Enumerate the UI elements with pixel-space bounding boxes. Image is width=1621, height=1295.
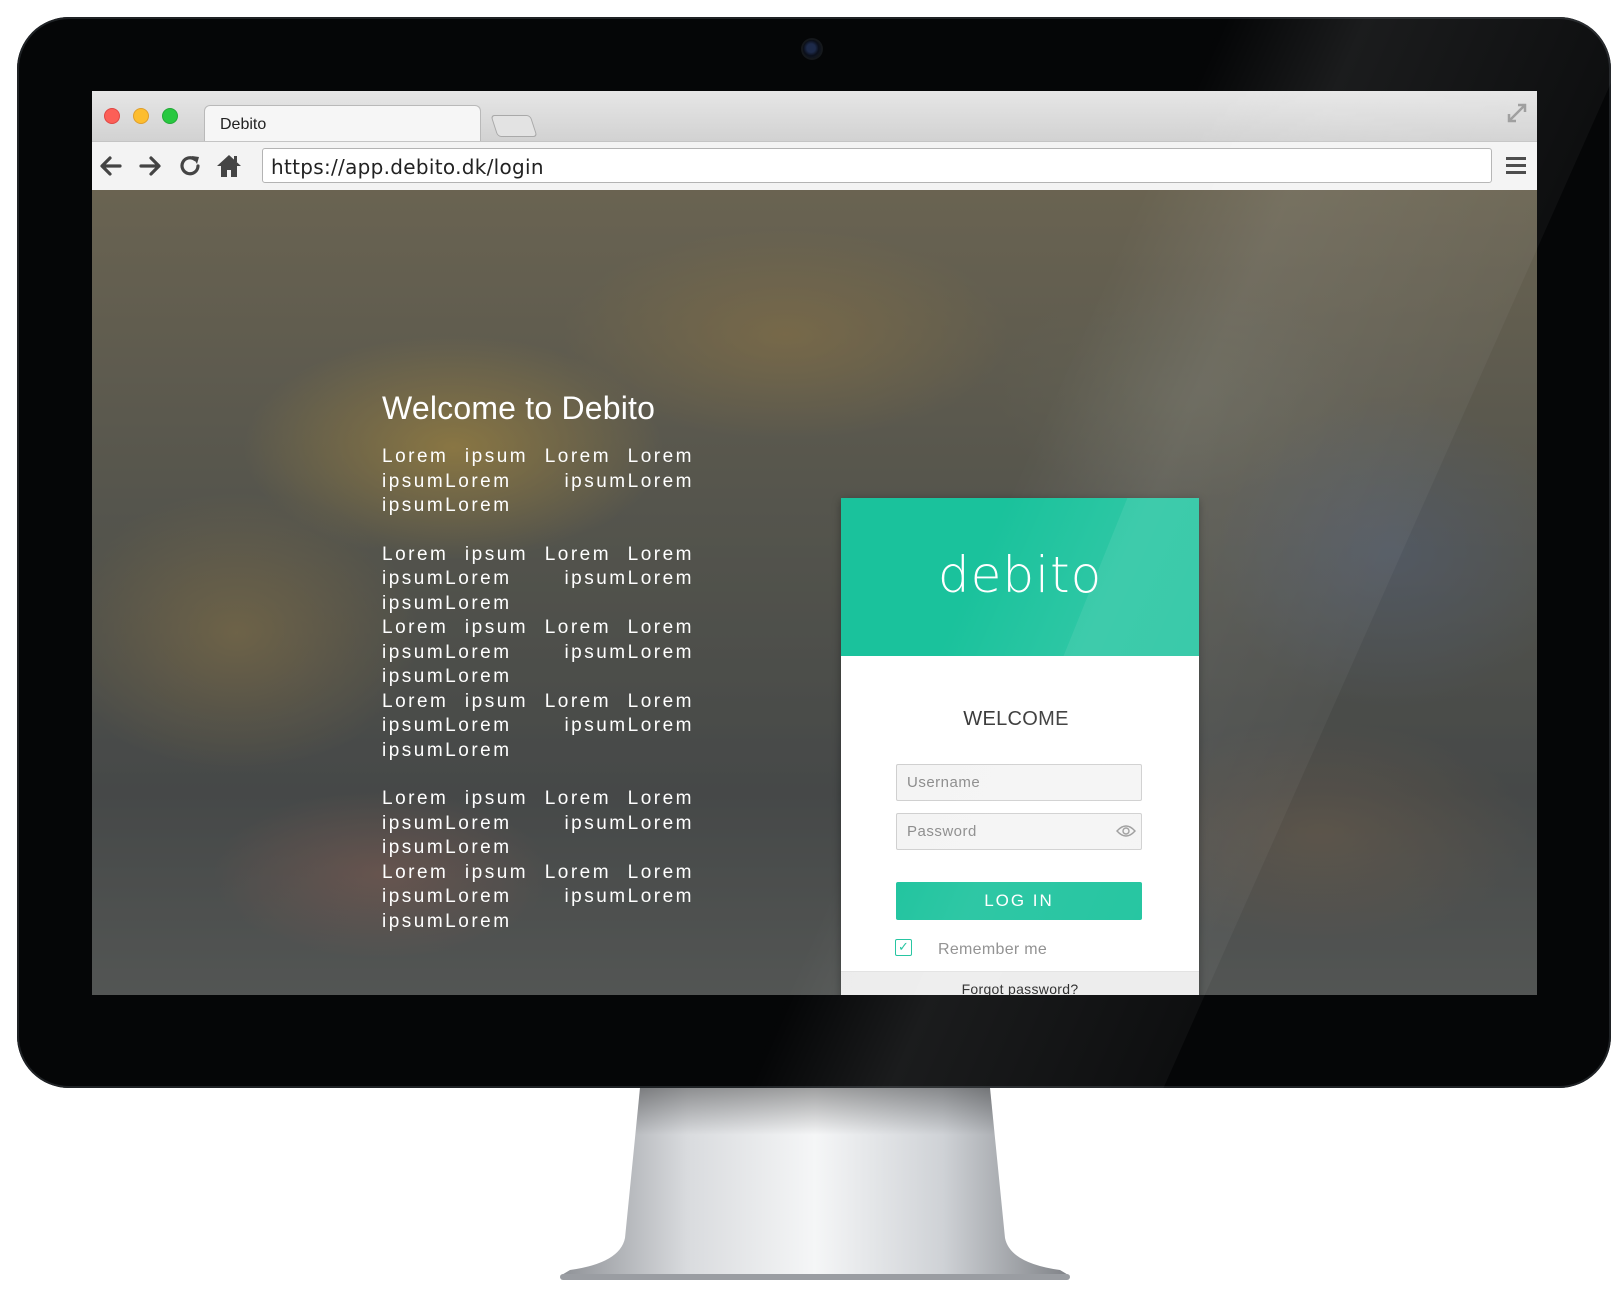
debito-logo: debito: [937, 546, 1103, 604]
reload-icon[interactable]: [175, 151, 205, 181]
monitor-stand: [560, 1088, 1070, 1280]
intro-text: Lorem ipsum Lorem Lorem ipsumLorem ipsum…: [382, 445, 694, 934]
camera-icon: [803, 40, 821, 58]
intro-paragraph: Lorem ipsum Lorem Lorem ipsumLorem ipsum…: [382, 617, 694, 687]
page-title: Welcome to Debito: [382, 390, 656, 426]
forward-icon[interactable]: [135, 151, 165, 181]
maximize-window-button[interactable]: [162, 108, 178, 124]
intro-paragraph: Lorem ipsum Lorem Lorem ipsumLorem ipsum…: [382, 543, 694, 614]
menu-icon[interactable]: [1505, 154, 1527, 178]
url-text: https://app.debito.dk/login: [271, 155, 544, 179]
tab-title: Debito: [220, 116, 267, 133]
remember-me-label[interactable]: Remember me: [938, 941, 1047, 959]
browser-window: Debito https://app.debito.dk/login Welco…: [92, 91, 1537, 995]
home-icon[interactable]: [214, 151, 244, 181]
login-card-header: debito: [841, 498, 1199, 656]
login-page: Welcome to Debito Lorem ipsum Lorem Lore…: [92, 190, 1537, 995]
intro-paragraph: Lorem ipsum Lorem Lorem ipsumLorem ipsum…: [382, 690, 694, 761]
minimize-window-button[interactable]: [133, 108, 149, 124]
login-button[interactable]: LOG IN: [896, 882, 1142, 920]
intro-paragraph: Lorem ipsum Lorem Lorem ipsumLorem ipsum…: [382, 788, 694, 858]
remember-me-checkbox[interactable]: ✓: [895, 939, 912, 956]
back-icon[interactable]: [96, 151, 126, 181]
fullscreen-icon[interactable]: [1505, 101, 1529, 125]
forgot-password-link[interactable]: Forgot password?: [841, 981, 1199, 995]
browser-titlebar: Debito: [92, 91, 1537, 143]
address-bar[interactable]: https://app.debito.dk/login: [262, 148, 1492, 183]
new-tab-button[interactable]: [490, 115, 538, 137]
login-heading: WELCOME: [963, 708, 1069, 730]
password-field[interactable]: [896, 813, 1142, 850]
login-card-footer: Forgot password?: [841, 971, 1199, 995]
browser-toolbar: https://app.debito.dk/login: [92, 141, 1537, 191]
intro-paragraph: Lorem ipsum Lorem Lorem ipsumLorem ipsum…: [382, 861, 694, 932]
username-field[interactable]: [896, 764, 1142, 801]
check-icon: ✓: [898, 939, 909, 954]
intro-paragraph: Lorem ipsum Lorem Lorem ipsumLorem ipsum…: [382, 446, 694, 516]
login-card: debito WELCOME LOG IN ✓ Remember me Forg…: [841, 498, 1199, 995]
close-window-button[interactable]: [104, 108, 120, 124]
eye-icon[interactable]: [1116, 824, 1136, 838]
